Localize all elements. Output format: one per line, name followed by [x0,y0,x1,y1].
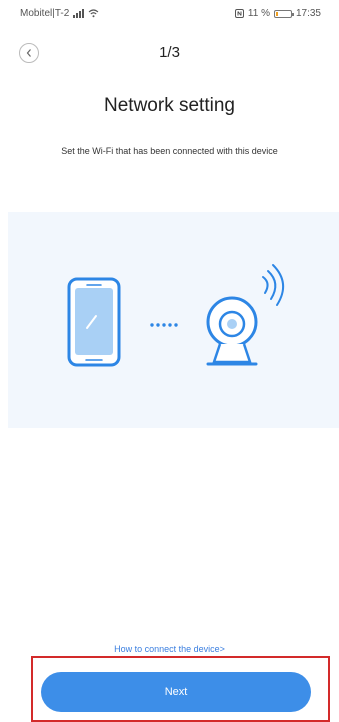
page-title: Network setting [104,95,235,116]
step-indicator: 1/3 [159,44,180,61]
battery-icon [273,9,294,18]
clock: 17:35 [295,8,321,19]
next-button[interactable]: Next [41,672,311,712]
page-subtitle: Set the Wi-Fi that has been connected wi… [61,146,278,156]
wifi-icon [88,9,99,18]
how-to-connect-link[interactable]: How to connect the device> [0,644,339,654]
carrier-name: Mobitel|T-2 [20,8,70,19]
top-nav: 1/3 [0,36,339,72]
status-right: 11 % 17:35 [234,8,321,19]
dots-icon [150,323,178,327]
battery-percent: 11 % [247,8,270,19]
status-bar: Mobitel|T-2 11 % 17:35 [0,0,339,26]
camera-icon [206,264,284,366]
signal-icon [73,9,85,18]
phone-icon [67,277,121,367]
battery-fill [275,11,278,16]
nfc-icon [234,9,244,18]
connection-illustration [8,212,339,428]
status-left: Mobitel|T-2 [20,8,99,19]
